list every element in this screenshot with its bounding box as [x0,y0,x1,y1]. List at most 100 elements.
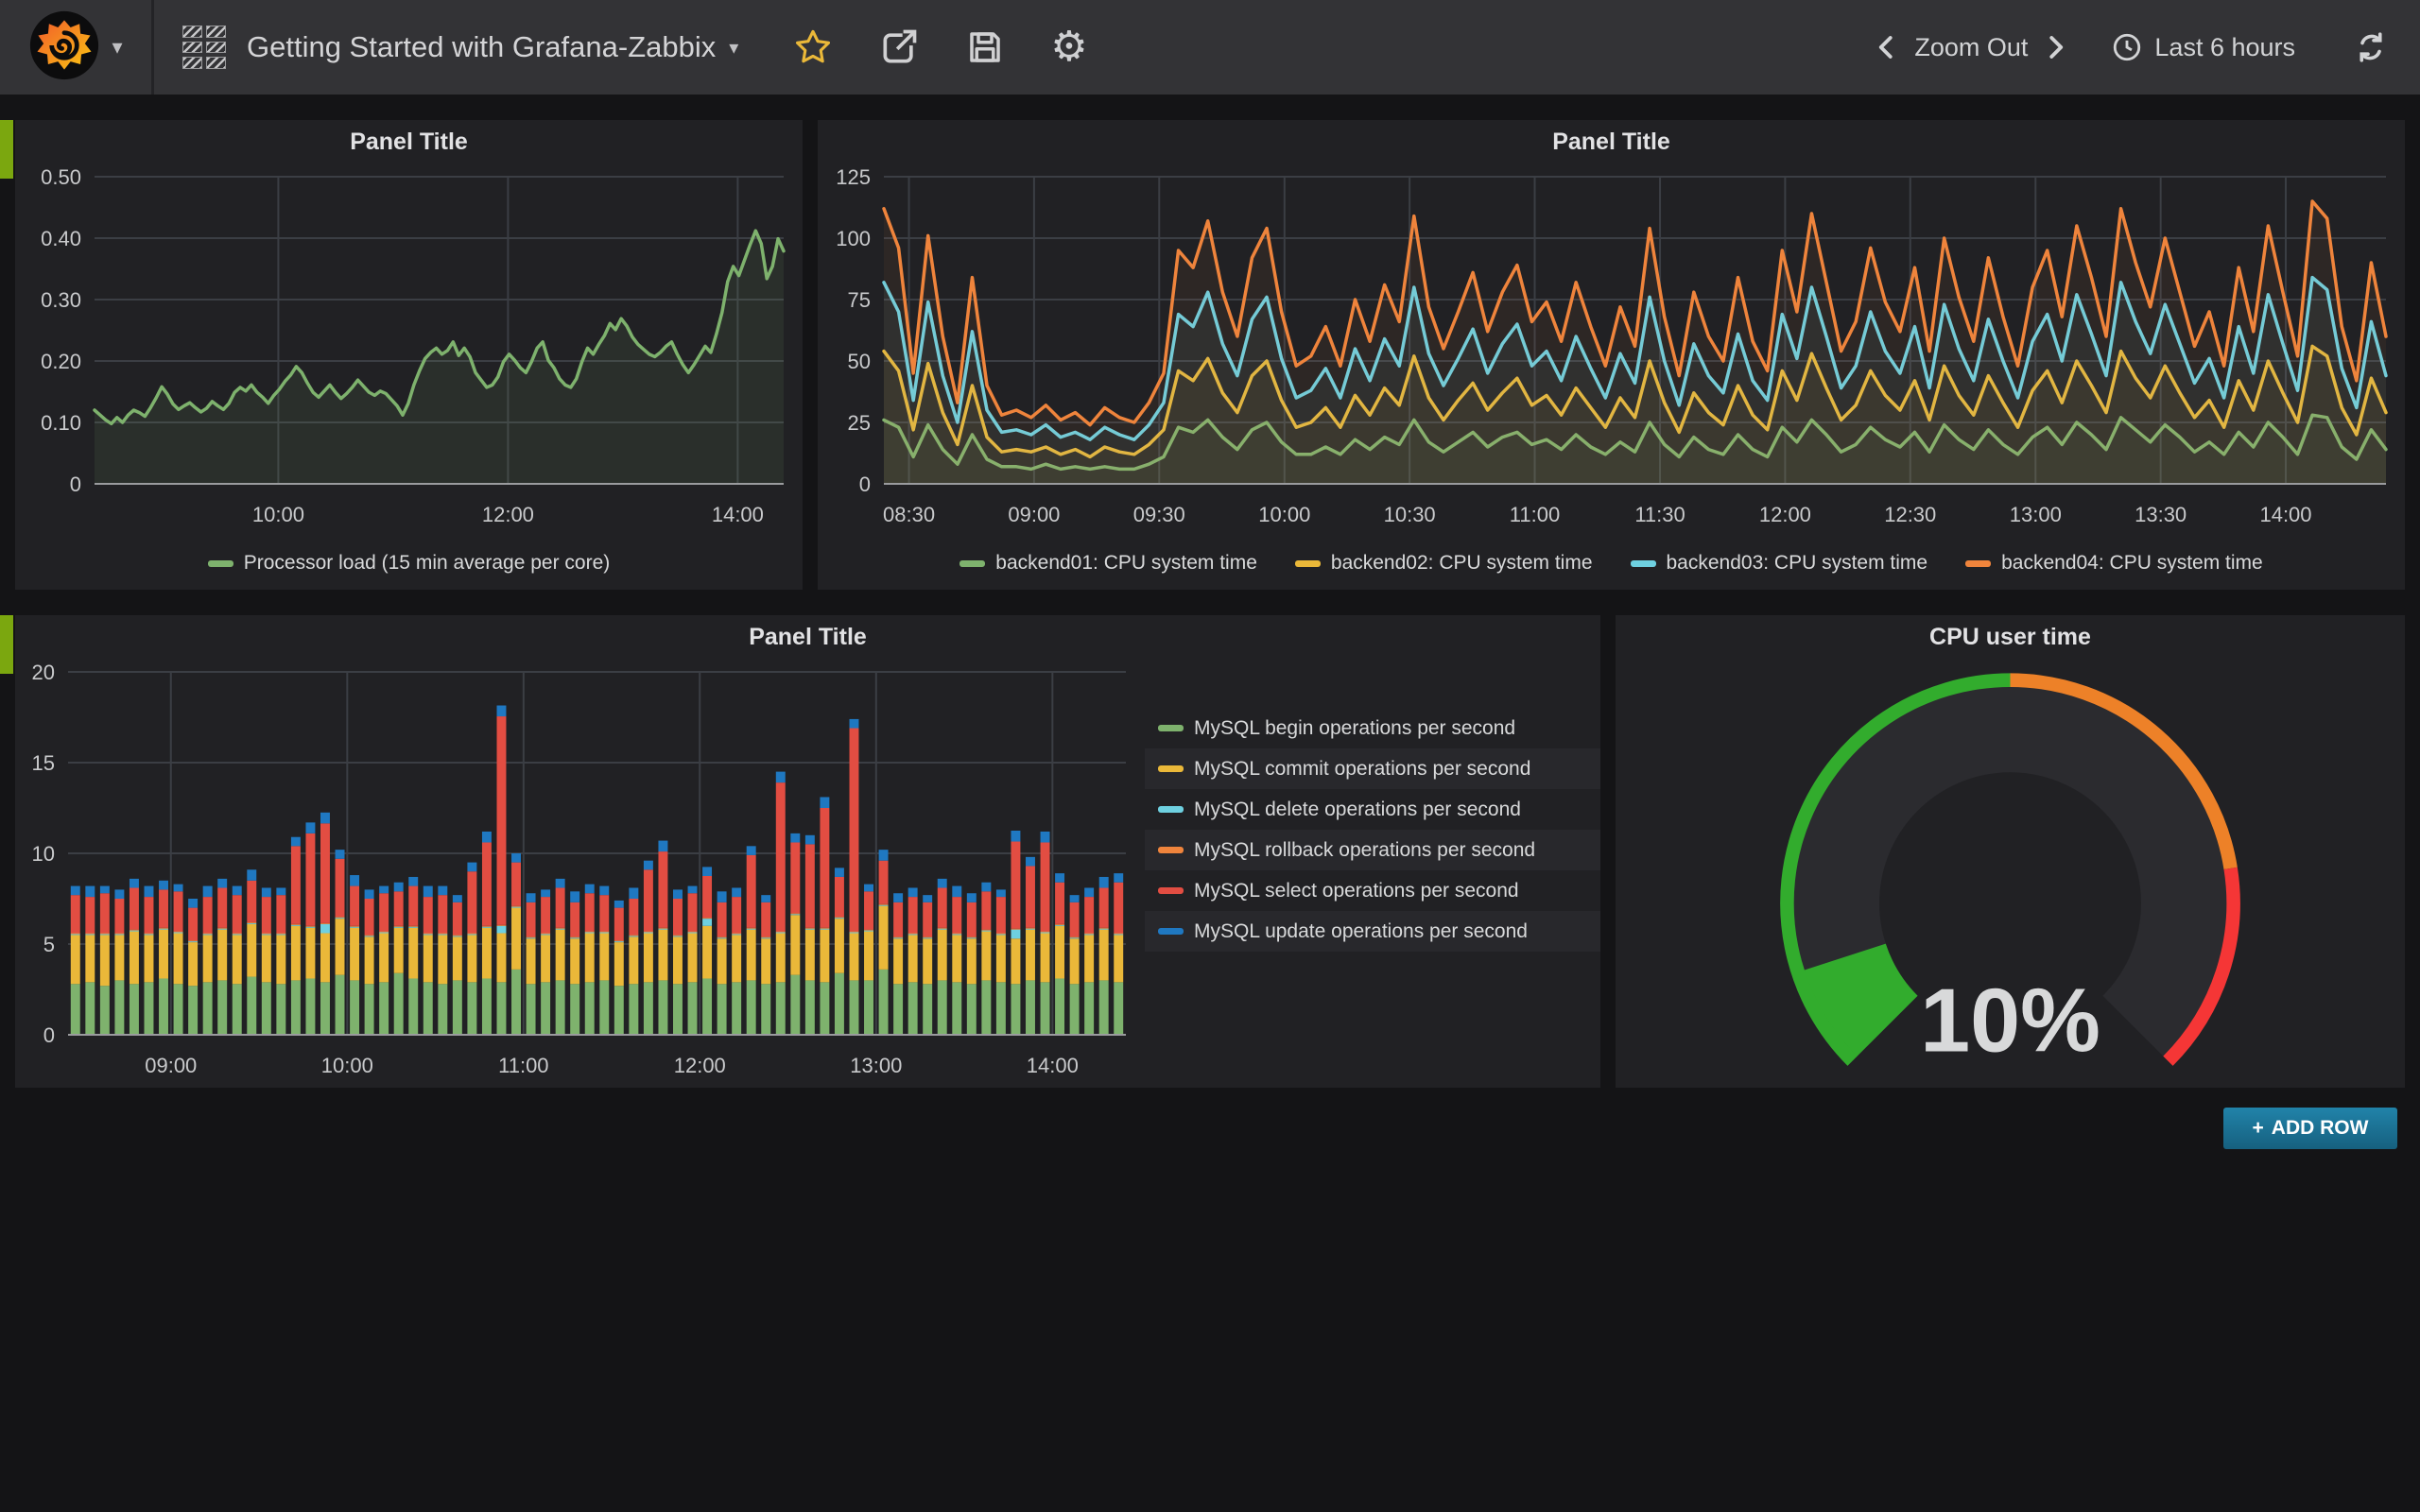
dashboard-title[interactable]: Getting Started with Grafana-Zabbix [247,30,716,64]
legend-color-dash [1158,928,1184,935]
svg-text:09:00: 09:00 [145,1054,197,1077]
share-button[interactable] [878,26,920,68]
panel-title[interactable]: Panel Title [15,615,1600,659]
svg-text:125: 125 [836,165,871,189]
cpu-user-time-gauge[interactable]: 10% [1616,659,2405,1088]
panel-title[interactable]: Panel Title [818,120,2405,163]
svg-text:12:00: 12:00 [482,503,534,526]
clock-icon [2111,31,2143,63]
mysql-operations-bar-chart[interactable]: 09:0010:0011:0012:0013:0014:0005101520 [15,659,1145,1088]
time-range-label: Last 6 hours [2154,33,2295,62]
legend-item[interactable]: backend02: CPU system time [1295,552,1593,575]
save-button[interactable] [965,27,1005,67]
settings-gear-icon[interactable]: ⚙ [1050,26,1087,68]
time-shift-right-button[interactable] [2041,33,2069,61]
star-button[interactable] [793,27,833,67]
legend-item[interactable]: MySQL delete operations per second [1145,789,1600,830]
svg-text:14:00: 14:00 [1027,1054,1079,1077]
processor-load-line-chart[interactable]: 10:0012:0014:0000.100.200.300.400.50 [15,163,803,537]
panel-title[interactable]: CPU user time [1616,615,2405,659]
legend-color-dash [1158,847,1184,853]
svg-text:10: 10 [32,842,55,866]
legend-label: MySQL delete operations per second [1194,799,1521,821]
svg-text:14:00: 14:00 [2259,503,2311,526]
top-navbar: ▾ Getting Started with Grafana-Zabbix ▾ … [0,0,2420,94]
panel-processor-load: Panel Title 10:00 12:00 14:00 0 0.10 0.20 0.30… [15,120,803,590]
cpu-system-time-line-chart[interactable]: 08:3009:0009:3010:0010:3011:0011:3012:00… [818,163,2405,537]
legend-label: backend03: CPU system time [1667,552,1928,575]
svg-text:25: 25 [848,411,871,435]
svg-text:0: 0 [859,472,871,496]
legend-item[interactable]: MySQL rollback operations per second [1145,830,1600,870]
legend-color-dash [1158,725,1184,731]
svg-text:13:30: 13:30 [2135,503,2187,526]
svg-text:5: 5 [43,933,55,956]
legend-item[interactable]: backend01: CPU system time [959,552,1257,575]
panel-legend: MySQL begin operations per second MySQL c… [1145,659,1600,1088]
legend-item[interactable]: MySQL begin operations per second [1145,708,1600,748]
legend-item[interactable]: MySQL commit operations per second [1145,748,1600,789]
panel-title[interactable]: Panel Title [15,120,803,163]
svg-text:0.30: 0.30 [41,288,81,312]
legend-label: MySQL rollback operations per second [1194,839,1535,862]
legend-item[interactable]: Processor load (15 min average per core) [208,552,611,575]
time-controls: Zoom Out Last 6 hours [1873,30,2420,64]
svg-text:0: 0 [43,1023,55,1047]
time-shift-left-button[interactable] [1873,33,1901,61]
svg-text:09:00: 09:00 [1008,503,1060,526]
svg-text:13:00: 13:00 [2010,503,2062,526]
legend-color-dash [1158,887,1184,894]
svg-text:75: 75 [848,288,871,312]
dashboard-toolbar: ⚙ [793,26,1087,68]
legend-item[interactable]: MySQL update operations per second [1145,911,1600,952]
svg-text:11:00: 11:00 [498,1054,548,1077]
chevron-down-icon: ▾ [112,37,122,58]
gauge-value: 10% [1920,971,2100,1071]
svg-text:10:00: 10:00 [252,503,304,526]
svg-text:11:00: 11:00 [1510,503,1560,526]
panel-mysql-operations: Panel Title 09:00 10:00 11:00 12:00 13:00 14:… [15,615,1600,1088]
svg-text:10:00: 10:00 [321,1054,373,1077]
panel-legend: backend01: CPU system time backend02: CPU… [818,537,2405,590]
panel-cpu-system-time: Panel Title 08:3009:0009:3010:0010:3011:… [818,120,2405,590]
svg-text:50: 50 [848,350,871,373]
svg-text:0.20: 0.20 [41,350,81,373]
svg-text:0: 0 [70,472,81,496]
legend-label: MySQL select operations per second [1194,880,1519,902]
legend-label: backend02: CPU system time [1331,552,1593,575]
refresh-button[interactable] [2354,30,2388,64]
legend-color-dash [1295,560,1321,567]
legend-label: backend01: CPU system time [995,552,1257,575]
panel-legend: Processor load (15 min average per core) [15,537,803,590]
legend-item[interactable]: backend03: CPU system time [1631,552,1928,575]
add-row-label: ADD ROW [2272,1117,2369,1140]
legend-label: MySQL begin operations per second [1194,717,1515,740]
svg-text:12:00: 12:00 [674,1054,726,1077]
legend-label: MySQL commit operations per second [1194,758,1530,781]
panel-cpu-user-time-gauge: CPU user time 10% [1616,615,2405,1088]
grafana-logo-icon [28,9,100,86]
grafana-menu[interactable]: ▾ [0,0,154,94]
svg-text:0.10: 0.10 [41,411,81,435]
chevron-down-icon[interactable]: ▾ [729,36,738,60]
add-row-button[interactable]: + ADD ROW [2223,1108,2397,1149]
legend-color-dash [1965,560,1991,567]
svg-text:15: 15 [32,751,55,775]
svg-text:0.40: 0.40 [41,227,81,250]
legend-color-dash [1631,560,1656,567]
row-collapse-tab[interactable] [0,615,13,674]
svg-text:10:00: 10:00 [1258,503,1310,526]
svg-text:14:00: 14:00 [712,503,764,526]
svg-text:12:00: 12:00 [1759,503,1811,526]
svg-text:13:00: 13:00 [850,1054,902,1077]
svg-text:10:30: 10:30 [1384,503,1436,526]
legend-item[interactable]: backend04: CPU system time [1965,552,2263,575]
zoom-out-button[interactable]: Zoom Out [1914,33,2028,62]
row-collapse-tab[interactable] [0,120,13,179]
legend-label: MySQL update operations per second [1194,920,1528,943]
legend-item[interactable]: MySQL select operations per second [1145,870,1600,911]
svg-text:08:30: 08:30 [883,503,935,526]
time-range-picker[interactable]: Last 6 hours [2111,31,2308,63]
plus-icon: + [2253,1117,2264,1140]
legend-color-dash [1158,806,1184,813]
